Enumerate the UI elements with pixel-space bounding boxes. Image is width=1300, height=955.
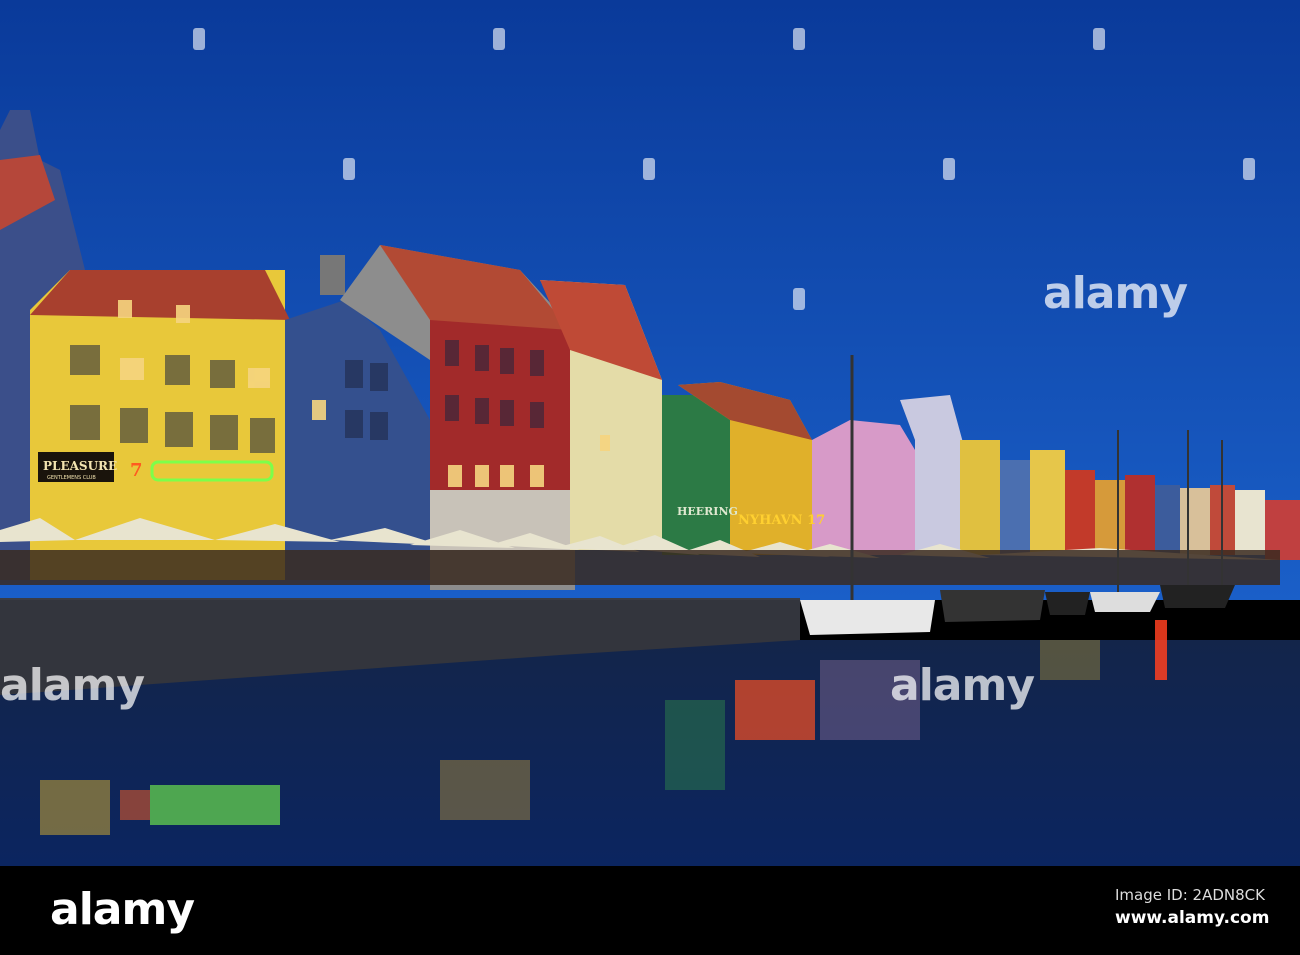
terrace-lights	[0, 550, 1280, 585]
watermark-mark	[793, 28, 805, 50]
watermark-text: alamy	[1043, 268, 1188, 319]
watermark-text: alamy	[0, 660, 145, 711]
sign-pleasure: PLEASURE	[43, 459, 117, 473]
watermark-mark	[643, 158, 655, 180]
alamy-logo: alamy	[50, 884, 195, 935]
sign-seven: 7	[130, 460, 143, 481]
watermark-mark	[343, 158, 355, 180]
sign-nyhavn: NYHAVN 17	[738, 513, 825, 528]
sign-heering: HEERING	[677, 505, 738, 518]
image-id: Image ID: 2ADN8CK	[1115, 886, 1265, 904]
watermark-mark	[193, 28, 205, 50]
watermark-text: alamy	[890, 660, 1035, 711]
stock-photo: PLEASURE GENTLEMENS CLUB 7 HEERING NYHAV…	[0, 0, 1300, 955]
sign-pleasure-sub: GENTLEMENS CLUB	[47, 475, 96, 481]
watermark-mark	[1243, 158, 1255, 180]
site-url[interactable]: www.alamy.com	[1115, 908, 1269, 928]
footer-bar: alamy Image ID: 2ADN8CK www.alamy.com	[0, 866, 1300, 955]
watermark-mark	[943, 158, 955, 180]
watermark-mark	[1093, 28, 1105, 50]
watermark-mark	[493, 28, 505, 50]
watermark-mark	[793, 288, 805, 310]
nyhavn-photo: PLEASURE GENTLEMENS CLUB 7 HEERING NYHAV…	[0, 0, 1300, 866]
